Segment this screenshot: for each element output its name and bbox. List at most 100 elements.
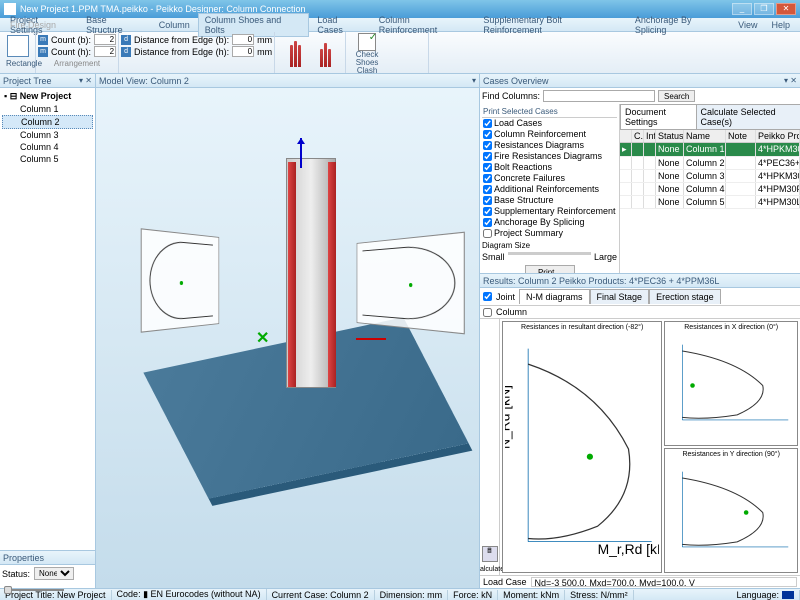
count-h-input[interactable] (94, 46, 116, 57)
count-h-icon: m (38, 47, 48, 57)
diagram-size-slider[interactable] (508, 252, 591, 255)
model-view-header: Model View: Column 2▾ (96, 74, 479, 88)
model-view-3d[interactable]: ✕ (96, 88, 479, 588)
joint-checkbox[interactable] (483, 292, 492, 301)
count-b-icon: m (38, 35, 48, 45)
find-input[interactable] (543, 90, 655, 102)
check-icon (358, 33, 376, 51)
unit-mm2: mm (257, 47, 272, 57)
rectangle-label: Rectangle (6, 59, 29, 68)
project-tree: ▪ ⊟ New Project Column 1 Column 2 Column… (0, 88, 95, 550)
project-tree-header: Project Tree▾ ✕ (0, 74, 95, 88)
status-bar: Project Title: New Project Code: ▮ EN Eu… (0, 588, 800, 600)
chk-base-struct[interactable]: Base Structure (482, 195, 617, 206)
tree-item-column-3[interactable]: Column 3 (2, 129, 93, 141)
dist-h-icon: d (121, 47, 131, 57)
tree-item-column-1[interactable]: Column 1 (2, 103, 93, 115)
status-select[interactable]: None (34, 567, 74, 580)
status-code: Code: ▮ EN Eurocodes (without NA) (112, 589, 267, 600)
status-case: Current Case: Column 2 (267, 590, 375, 600)
rebar-left (288, 162, 296, 387)
axis-y-icon (300, 138, 302, 168)
flag-icon (782, 591, 794, 599)
cases-pin[interactable]: ▾ ✕ (784, 76, 797, 85)
dist-b-label: Distance from Edge (b): (134, 35, 229, 45)
column-checkbox[interactable] (483, 308, 492, 317)
axis-z-icon: ✕ (256, 328, 269, 348)
cases-table: C..InfoStatusNameNotePeikko Products ▸No… (620, 130, 800, 273)
menu-help[interactable]: Help (765, 19, 796, 31)
print-header: Print Selected Cases (482, 106, 617, 118)
chk-col-reinf[interactable]: Column Reinforcement (482, 129, 617, 140)
dist-b-icon: d (121, 35, 131, 45)
minimize-button[interactable]: _ (732, 3, 752, 15)
tree-item-column-5[interactable]: Column 5 (2, 153, 93, 165)
count-b-input[interactable] (94, 34, 116, 45)
menu-view[interactable]: View (732, 19, 763, 31)
print-button[interactable]: Print... (525, 265, 575, 273)
tab-calc-selected[interactable]: Calculate Selected Case(s) (696, 104, 800, 129)
status-stress: Stress: N/mm² (565, 590, 634, 600)
chk-supp-reinf[interactable]: Supplementary Reinforcement (482, 206, 617, 217)
chk-bolt-react[interactable]: Bolt Reactions (482, 162, 617, 173)
loadcase-label: Load Case (483, 577, 527, 587)
loadcase-value[interactable]: Nd=-3 500,0, Mxd=700,0, Myd=100,0, V (531, 577, 797, 587)
tree-zoom-slider[interactable] (4, 584, 64, 596)
properties-header: Properties (0, 551, 95, 565)
model-view-pin[interactable]: ▾ (472, 76, 476, 85)
chk-add-reinf[interactable]: Additional Reinforcements (482, 184, 617, 195)
diagram-size-label: Diagram Size (482, 241, 617, 250)
dist-b-input[interactable] (232, 34, 254, 45)
table-row[interactable]: NoneColumn 34*HPKM30+4*HPM (620, 170, 800, 183)
check-shoes-label: Check Shoes Clash (352, 51, 382, 75)
menu-fire-design: Fire Design (4, 19, 62, 31)
close-button[interactable]: ✕ (776, 3, 796, 15)
rectangle-tool[interactable] (7, 35, 29, 57)
status-moment: Moment: kNm (498, 590, 565, 600)
chk-load-cases[interactable]: Load Cases (482, 118, 617, 129)
dist-h-input[interactable] (232, 46, 254, 57)
menu-column[interactable]: Column (153, 19, 196, 31)
maximize-button[interactable]: ❐ (754, 3, 774, 15)
tab-erection-stage[interactable]: Erection stage (649, 289, 721, 304)
count-h-label: Count (h): (51, 47, 91, 57)
tab-final-stage[interactable]: Final Stage (590, 289, 650, 304)
table-row[interactable]: NoneColumn 54*HPM30L (620, 196, 800, 209)
axis-x-icon (356, 338, 386, 340)
chk-proj-summary[interactable]: Project Summary (482, 228, 617, 239)
tree-item-column-4[interactable]: Column 4 (2, 141, 93, 153)
status-force: Force: kN (448, 590, 498, 600)
table-row[interactable]: ▸NoneColumn 14*HPKM30+4*HPM (620, 143, 800, 157)
check-shoes-button[interactable]: Check Shoes Clash (352, 33, 382, 75)
find-label: Find Columns: (482, 91, 540, 101)
menu-supp-bolt[interactable]: Supplementary Bolt Reinforcement (477, 14, 627, 36)
chk-fire-diag[interactable]: Fire Resistances Diagrams (482, 151, 617, 162)
tree-item-column-2[interactable]: Column 2 (2, 115, 93, 129)
table-row[interactable]: NoneColumn 44*HPM30P (620, 183, 800, 196)
chart-resultant: Resistances in resultant direction (-82°… (502, 321, 662, 573)
bolt-tool-2[interactable] (311, 39, 339, 67)
resistance-chart-left (141, 228, 219, 332)
tree-pin-icon[interactable]: ▾ ✕ (79, 76, 92, 85)
tree-root[interactable]: ▪ ⊟ New Project (2, 90, 93, 103)
menu-anchorage[interactable]: Anchorage By Splicing (629, 14, 730, 36)
chart-y-direction: Resistances in Y direction (90°) (664, 448, 798, 573)
chk-concrete[interactable]: Concrete Failures (482, 173, 617, 184)
table-row[interactable]: NoneColumn 24*PEC36+4*PPM36 (620, 157, 800, 170)
results-header: Results: Column 2 Peikko Products: 4*PEC… (480, 274, 800, 288)
chk-anchorage[interactable]: Anchorage By Splicing (482, 217, 617, 228)
status-language[interactable]: Language: (731, 590, 800, 600)
resistance-chart-right (357, 232, 465, 335)
calculate-button[interactable]: 🖩 (482, 546, 498, 562)
chart-x-direction: Resistances in X direction (0°) (664, 321, 798, 446)
tab-doc-settings[interactable]: Document Settings (620, 104, 697, 129)
count-b-label: Count (b): (51, 35, 91, 45)
svg-text:M_r,Rd [kNm]: M_r,Rd [kNm] (598, 541, 660, 557)
arrangement-group-label: Arrangement (38, 58, 116, 68)
chk-resist-diag[interactable]: Resistances Diagrams (482, 140, 617, 151)
tab-nm-diagrams[interactable]: N-M diagrams (519, 289, 590, 304)
rebar-right (328, 162, 336, 387)
search-button[interactable]: Search (658, 90, 695, 102)
bolt-tool-1[interactable] (281, 39, 309, 67)
ribbon: Rectangle mCount (b): mCount (h): Arrang… (0, 32, 800, 74)
